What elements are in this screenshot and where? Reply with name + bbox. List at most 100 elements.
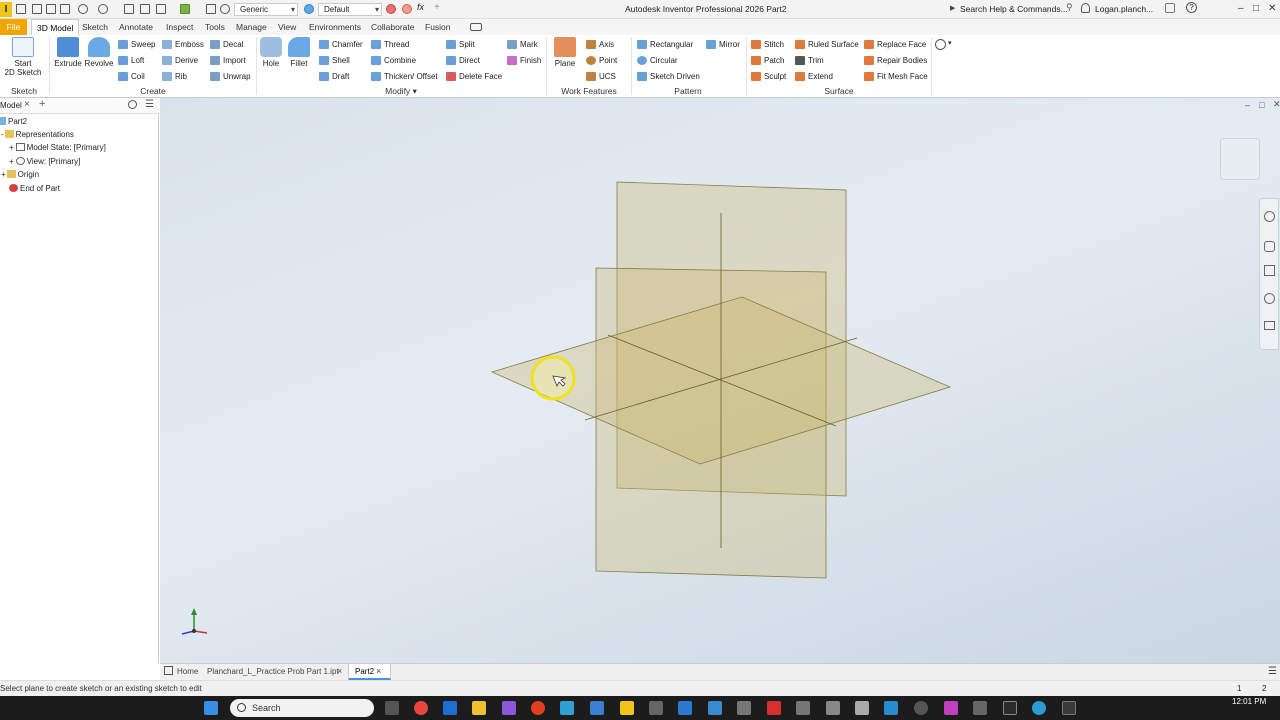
collapse-icon[interactable]: - [1, 130, 4, 139]
tree-item-origin[interactable]: + Origin [1, 169, 39, 181]
user-name[interactable]: Logan.planch... [1095, 4, 1153, 14]
tab-annotate[interactable]: Annotate [119, 22, 153, 32]
tab-tools[interactable]: Tools [205, 22, 225, 32]
derive-button[interactable]: Derive [162, 54, 198, 67]
extend-button[interactable]: Extend [795, 70, 833, 83]
browser-tab-model[interactable]: Model [0, 101, 22, 110]
select-icon[interactable] [156, 4, 166, 14]
search-icon[interactable] [128, 100, 137, 109]
ruled-surface-button[interactable]: Ruled Surface [795, 38, 859, 51]
rectangular-pattern-button[interactable]: Rectangular [637, 38, 693, 51]
app-icon[interactable] [944, 701, 958, 715]
view-cube-icon[interactable] [1220, 138, 1260, 180]
task-view-icon[interactable] [385, 701, 399, 715]
graphics-viewport[interactable]: – □ ✕ [160, 98, 1280, 663]
color-icon[interactable] [180, 4, 190, 14]
app-icon[interactable] [973, 701, 987, 715]
steering-wheel-icon[interactable] [1264, 211, 1275, 222]
unwrap-button[interactable]: Unwrap [210, 70, 251, 83]
app-icon[interactable] [531, 701, 545, 715]
app-icon[interactable] [855, 701, 869, 715]
appearance-icon[interactable] [386, 4, 396, 14]
expand-icon[interactable]: + [9, 143, 14, 152]
edge-icon[interactable] [1032, 701, 1046, 715]
trim-button[interactable]: Trim [795, 54, 824, 67]
orbit-icon[interactable] [1264, 293, 1275, 304]
patch-button[interactable]: Patch [751, 54, 784, 67]
app-icon[interactable] [502, 701, 516, 715]
outlook-icon[interactable] [443, 701, 457, 715]
material-dropdown[interactable]: Default [318, 3, 382, 16]
app-icon[interactable] [914, 701, 928, 715]
minimize-icon[interactable]: – [1245, 100, 1250, 110]
axis-button[interactable]: Axis [586, 38, 614, 51]
pan-icon[interactable] [1264, 241, 1275, 252]
app-icon[interactable] [649, 701, 663, 715]
taskbar-clock[interactable]: 12:01 PM [1232, 697, 1266, 707]
app-icon[interactable] [590, 701, 604, 715]
rib-button[interactable]: Rib [162, 70, 187, 83]
save-icon[interactable] [60, 4, 70, 14]
mirror-button[interactable]: Mirror [706, 38, 740, 51]
draft-button[interactable]: Draft [319, 70, 349, 83]
maximize-icon[interactable]: □ [1253, 3, 1259, 14]
redo-icon[interactable] [98, 4, 108, 14]
ribbon-customize-icon[interactable] [935, 39, 946, 50]
stitch-button[interactable]: Stitch [751, 38, 784, 51]
tree-root-part[interactable]: Part2 [0, 116, 27, 128]
undo-icon[interactable] [78, 4, 88, 14]
app-icon[interactable] [1062, 701, 1076, 715]
loft-button[interactable]: Loft [118, 54, 144, 67]
cart-icon[interactable] [1165, 3, 1175, 13]
coil-button[interactable]: Coil [118, 70, 145, 83]
search-help-input[interactable]: Search Help & Commands... [960, 4, 1068, 14]
parameters-icon[interactable]: fx [417, 2, 427, 12]
minimize-icon[interactable]: – [1238, 3, 1244, 14]
delete-face-button[interactable]: Delete Face [446, 70, 502, 83]
expand-icon[interactable]: + [1, 170, 6, 179]
tree-item-view[interactable]: + View: [Primary] [9, 156, 80, 168]
shell-button[interactable]: Shell [319, 54, 350, 67]
decal-button[interactable]: Decal [210, 38, 243, 51]
help-icon[interactable]: ? [1186, 2, 1197, 13]
new-dropdown-icon[interactable] [32, 4, 42, 14]
look-at-icon[interactable] [1264, 321, 1275, 330]
fit-mesh-face-button[interactable]: Fit Mesh Face [864, 70, 928, 83]
appearance-dropdown[interactable]: Generic [234, 3, 298, 16]
tree-item-model-state[interactable]: + Model State: [Primary] [9, 142, 106, 154]
app-icon[interactable] [678, 701, 692, 715]
menu-icon[interactable]: ☰ [1268, 666, 1277, 677]
tab-fusion[interactable]: Fusion [425, 22, 451, 32]
app-icon[interactable] [708, 701, 722, 715]
sweep-button[interactable]: Sweep [118, 38, 155, 51]
tree-item-representations[interactable]: - Representations [1, 129, 74, 141]
combine-button[interactable]: Combine [371, 54, 416, 67]
close-icon[interactable]: ✕ [1268, 3, 1276, 14]
windows-start-icon[interactable] [204, 701, 218, 715]
taskbar-search[interactable]: Search [230, 699, 374, 717]
tab-collaborate[interactable]: Collaborate [371, 22, 414, 32]
chevron-down-icon[interactable]: ▾ [948, 39, 952, 47]
measure-icon[interactable] [206, 4, 216, 14]
start-2d-sketch-button[interactable]: Start 2D Sketch [4, 37, 42, 77]
close-icon[interactable]: × [337, 666, 342, 676]
thread-button[interactable]: Thread [371, 38, 409, 51]
mark-button[interactable]: Mark [507, 38, 538, 51]
close-icon[interactable]: × [376, 666, 381, 676]
menu-icon[interactable]: ☰ [145, 99, 154, 110]
extrude-button[interactable]: Extrude [53, 37, 83, 68]
circular-pattern-button[interactable]: Circular [637, 54, 678, 67]
tab-sketch[interactable]: Sketch [82, 22, 108, 32]
direct-button[interactable]: Direct [446, 54, 480, 67]
tab-file[interactable]: File [0, 19, 27, 35]
expand-icon[interactable]: + [9, 157, 14, 166]
close-icon[interactable]: × [24, 99, 30, 110]
home-icon[interactable] [124, 4, 134, 14]
split-button[interactable]: Split [446, 38, 475, 51]
app-icon[interactable] [884, 701, 898, 715]
plane-button[interactable]: Plane [551, 37, 579, 68]
tab-manage[interactable]: Manage [236, 22, 267, 32]
update-icon[interactable] [140, 4, 150, 14]
file-explorer-icon[interactable] [472, 701, 486, 715]
finish-button[interactable]: Finish [507, 54, 541, 67]
